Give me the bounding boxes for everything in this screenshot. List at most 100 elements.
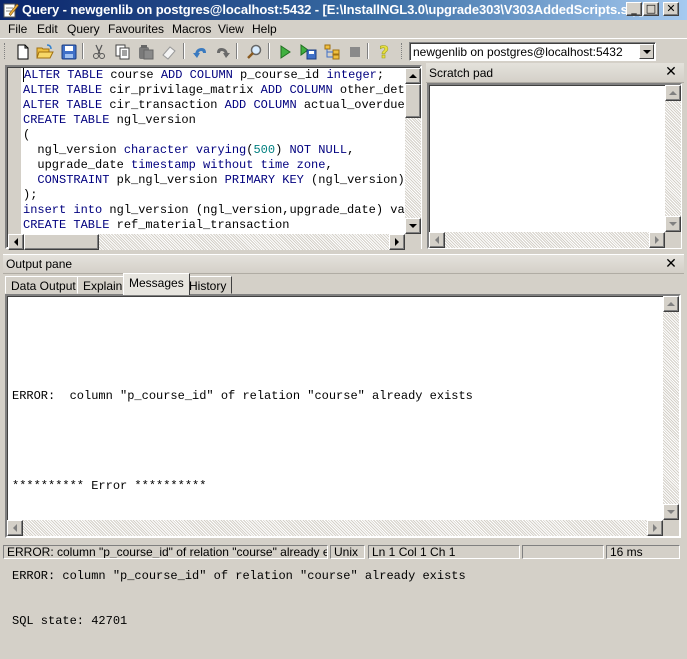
cut-icon: [93, 44, 105, 59]
message-line: [12, 344, 473, 359]
menu-query[interactable]: Query: [67, 22, 100, 36]
sql-text: p_course_id: [232, 68, 327, 82]
menu-macros[interactable]: Macros: [172, 22, 211, 36]
sql-editor[interactable]: ALTER TABLE course ADD COLUMN p_course_i…: [5, 65, 422, 250]
new-file-button[interactable]: [13, 42, 33, 62]
find-button[interactable]: [244, 42, 264, 62]
toolbar-grip[interactable]: [401, 43, 404, 59]
scroll-up-button[interactable]: [665, 85, 681, 101]
code-line: CREATE TABLE ref_material_transaction: [23, 218, 405, 233]
scratch-pad-title: Scratch pad: [429, 66, 494, 80]
sql-text: ref_material_transaction: [109, 218, 290, 232]
status-line-endings: Unix: [330, 545, 365, 559]
sql-number: 500: [253, 143, 276, 157]
messages-panel[interactable]: ERROR: column "p_course_id" of relation …: [5, 294, 681, 628]
code-line: );: [23, 188, 405, 203]
sql-code[interactable]: ALTER TABLE course ADD COLUMN p_course_i…: [23, 68, 405, 234]
sql-keyword: character varying: [123, 143, 247, 157]
menu-favourites[interactable]: Favourites: [108, 22, 164, 36]
save-file-icon: [61, 44, 77, 60]
scroll-right-button[interactable]: [647, 520, 663, 536]
editor-vertical-scrollbar[interactable]: [405, 68, 421, 234]
scroll-left-button[interactable]: [8, 234, 24, 250]
scroll-up-button[interactable]: [663, 296, 679, 312]
minimize-button[interactable]: _: [626, 2, 642, 16]
sql-text: ;: [376, 68, 385, 82]
maximize-icon: □: [645, 2, 657, 15]
scroll-up-button[interactable]: [405, 68, 421, 84]
code-line: ngl_version character varying(500) NOT N…: [23, 143, 405, 158]
menu-help[interactable]: Help: [252, 22, 277, 36]
tab-history[interactable]: History: [183, 276, 233, 294]
open-file-button[interactable]: [35, 42, 55, 62]
scroll-left-button[interactable]: [7, 520, 23, 536]
scroll-corner: [665, 232, 681, 248]
sql-keyword: ADD COLUMN: [260, 83, 333, 97]
toolbar-separator: [82, 43, 84, 59]
execute-query-button[interactable]: [275, 42, 295, 62]
redo-button[interactable]: [213, 42, 233, 62]
messages-vertical-scrollbar[interactable]: [663, 296, 679, 520]
chevron-down-icon[interactable]: [639, 44, 654, 59]
connection-select[interactable]: newgenlib on postgres@localhost:5432: [409, 42, 656, 61]
close-window-button[interactable]: ✕: [663, 2, 679, 16]
tab-data-output[interactable]: Data Output: [5, 276, 82, 294]
sql-text: ,: [347, 143, 355, 157]
scroll-left-button[interactable]: [429, 232, 445, 248]
window-title: Query - newgenlib on postgres@localhost:…: [22, 2, 644, 17]
close-icon[interactable]: ✕: [664, 257, 678, 271]
cancel-query-icon: [350, 47, 360, 57]
tab-explain[interactable]: Explain: [77, 276, 129, 294]
scroll-right-button[interactable]: [389, 234, 405, 250]
code-line: ALTER TABLE course ADD COLUMN p_course_i…: [23, 68, 405, 83]
clear-button[interactable]: [159, 42, 179, 62]
paste-button[interactable]: [136, 42, 156, 62]
message-line: ERROR: column "p_course_id" of relation …: [12, 389, 473, 403]
menu-bar: File Edit Query Favourites Macros View H…: [0, 20, 687, 38]
scroll-thumb[interactable]: [405, 84, 421, 118]
code-line: ALTER TABLE cir_privilage_matrix ADD COL…: [23, 83, 405, 98]
output-pane-header: Output pane ✕: [3, 254, 684, 274]
sql-keyword: timestamp without time zone: [131, 158, 326, 172]
status-duration: 16 ms: [606, 545, 680, 559]
help-icon: ?: [379, 43, 389, 61]
editor-horizontal-scrollbar[interactable]: [8, 234, 405, 250]
undo-button[interactable]: [190, 42, 210, 62]
menu-file[interactable]: File: [8, 22, 27, 36]
messages-horizontal-scrollbar[interactable]: [7, 520, 663, 536]
menu-view[interactable]: View: [218, 22, 244, 36]
scratch-pad-textarea[interactable]: [427, 83, 682, 249]
menu-edit[interactable]: Edit: [37, 22, 58, 36]
scroll-down-button[interactable]: [663, 504, 679, 520]
scroll-down-button[interactable]: [665, 216, 681, 232]
cancel-query-button[interactable]: [345, 42, 365, 62]
toolbar-grip[interactable]: [4, 43, 7, 59]
cut-button[interactable]: [89, 42, 109, 62]
sql-keyword: CONSTRAINT: [37, 173, 110, 187]
scroll-right-button[interactable]: [649, 232, 665, 248]
toolbar-separator: [236, 43, 238, 59]
code-line: insert into ngl_version (ngl_version,upg…: [23, 203, 405, 218]
tab-messages[interactable]: Messages: [123, 273, 190, 295]
sql-text: ): [275, 143, 290, 157]
scratch-horizontal-scrollbar[interactable]: [429, 232, 665, 248]
execute-to-file-icon: [300, 44, 317, 60]
undo-icon: [193, 48, 206, 58]
scratch-vertical-scrollbar[interactable]: [665, 85, 681, 232]
help-button[interactable]: ?: [374, 42, 394, 62]
explain-query-button[interactable]: [322, 42, 342, 62]
maximize-button[interactable]: □: [643, 2, 659, 16]
close-icon[interactable]: ✕: [664, 65, 678, 79]
sql-keyword: ALTER TABLE: [23, 68, 104, 82]
query-tool-icon: [3, 3, 19, 18]
scroll-thumb[interactable]: [24, 234, 99, 250]
execute-to-file-button[interactable]: [299, 42, 319, 62]
copy-button[interactable]: [113, 42, 133, 62]
sql-text: (ngl_version): [303, 173, 405, 187]
scroll-corner: [405, 234, 421, 250]
save-file-button[interactable]: [59, 42, 79, 62]
find-icon: [247, 44, 262, 59]
scroll-down-button[interactable]: [405, 218, 421, 234]
scratch-pad-header: Scratch pad ✕: [426, 63, 684, 83]
sql-keyword: ADD COLUMN: [160, 68, 233, 82]
